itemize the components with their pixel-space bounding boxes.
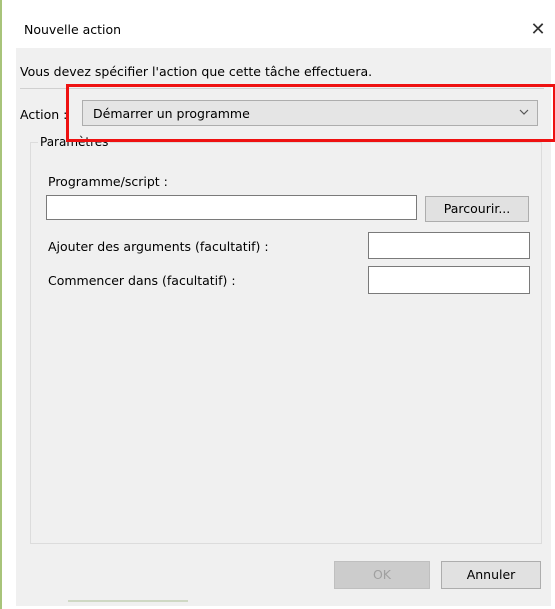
new-action-dialog: Nouvelle action ✕ Vous devez spécifier l… [0, 0, 555, 609]
cancel-button[interactable]: Annuler [441, 561, 541, 589]
ok-button[interactable]: OK [334, 561, 430, 589]
close-button[interactable]: ✕ [526, 18, 550, 42]
parameters-group-label: Paramètres [38, 135, 111, 149]
arguments-label: Ajouter des arguments (facultatif) : [48, 239, 269, 254]
instruction-text: Vous devez spécifier l'action que cette … [20, 64, 373, 79]
browse-button[interactable]: Parcourir... [425, 196, 529, 222]
arguments-input[interactable] [368, 232, 530, 259]
close-icon: ✕ [530, 19, 546, 40]
separator [20, 88, 544, 89]
bottom-edge-decoration [68, 600, 188, 602]
action-selected-value: Démarrer un programme [93, 106, 250, 121]
title-bar: Nouvelle action ✕ [2, 0, 555, 48]
start-in-label: Commencer dans (facultatif) : [48, 273, 236, 288]
chevron-down-icon [519, 109, 529, 115]
program-script-input[interactable] [46, 195, 417, 220]
action-dropdown[interactable]: Démarrer un programme [82, 100, 538, 126]
start-in-input[interactable] [368, 266, 530, 294]
program-script-label: Programme/script : [48, 174, 168, 189]
action-label: Action : [20, 107, 68, 122]
dialog-title: Nouvelle action [24, 22, 122, 37]
